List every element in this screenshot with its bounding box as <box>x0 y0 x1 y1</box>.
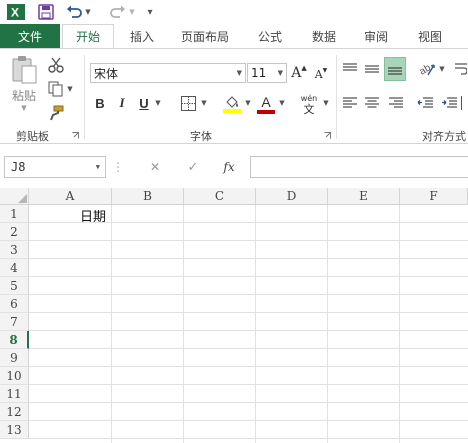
name-box-value: J8 <box>11 160 26 174</box>
phonetic-dropdown-icon[interactable]: ▼ <box>322 99 330 107</box>
tab-formulas[interactable]: 公式 <box>250 24 290 48</box>
ribbon: 粘贴 ▼ ▼ 剪贴板 宋体 ▼ 11 ▼ A ▲ A ▼ B I U ▼ ▼ ▼ A <box>0 48 468 144</box>
increase-indent-icon[interactable] <box>438 93 460 113</box>
quick-access-toolbar: X ▼ ▼ ▾ <box>0 0 468 24</box>
align-top-icon[interactable] <box>340 59 360 79</box>
redo-icon[interactable] <box>108 3 128 21</box>
save-icon[interactable] <box>36 3 56 21</box>
font-name-value: 宋体 <box>94 66 119 81</box>
fill-color-icon[interactable] <box>222 93 242 115</box>
paste-icon <box>12 56 37 84</box>
group-separator <box>84 55 85 139</box>
shrink-font-button[interactable]: A ▼ <box>312 65 330 83</box>
wrap-text-icon[interactable] <box>454 59 468 79</box>
grow-font-label: A <box>291 65 302 81</box>
paste-button[interactable]: 粘贴 ▼ <box>8 55 40 115</box>
shrink-font-caret-icon: ▼ <box>322 66 328 74</box>
formula-input[interactable] <box>250 156 468 178</box>
undo-icon[interactable] <box>64 3 84 21</box>
font-name-dropdown-icon: ▼ <box>236 69 242 77</box>
grow-font-caret-icon: ▲ <box>301 64 307 72</box>
phonetic-button[interactable]: wén 文 <box>298 91 320 117</box>
orientation-dropdown-icon[interactable]: ▼ <box>438 65 446 73</box>
font-size-select[interactable]: 11 ▼ <box>247 63 287 83</box>
tab-insert[interactable]: 插入 <box>120 24 164 48</box>
font-launcher-icon[interactable] <box>322 130 332 140</box>
align-right-icon[interactable] <box>386 93 406 113</box>
name-box-dropdown-icon: ▼ <box>95 163 100 171</box>
clipboard-group-label: 剪贴板 <box>16 130 49 143</box>
copy-dropdown-icon[interactable]: ▼ <box>66 85 74 93</box>
cancel-icon[interactable]: ✕ <box>144 157 166 177</box>
tab-home[interactable]: 开始 <box>62 24 114 48</box>
grid-lines <box>29 205 468 443</box>
name-box[interactable]: J8 ▼ <box>4 156 106 178</box>
align-left-icon[interactable] <box>340 93 360 113</box>
borders-dropdown-icon[interactable]: ▼ <box>200 99 208 107</box>
borders-icon[interactable] <box>178 93 198 113</box>
font-color-dropdown-icon[interactable]: ▼ <box>278 99 286 107</box>
formula-bar-grip-icon: ⋮ <box>112 160 124 174</box>
align-center-icon[interactable] <box>362 93 382 113</box>
svg-text:X: X <box>11 6 19 20</box>
tab-review[interactable]: 审阅 <box>354 24 398 48</box>
font-size-dropdown-icon: ▼ <box>277 69 283 77</box>
clipboard-launcher-icon[interactable] <box>70 130 80 140</box>
align-bottom-icon[interactable] <box>384 57 406 81</box>
alignment-group-label: 对齐方式 <box>422 130 466 143</box>
font-group-label: 字体 <box>190 130 212 143</box>
tab-view[interactable]: 视图 <box>408 24 452 48</box>
underline-dropdown-icon[interactable]: ▼ <box>154 99 162 107</box>
merge-center-icon[interactable] <box>460 93 468 113</box>
italic-button[interactable]: I <box>114 93 130 113</box>
font-name-select[interactable]: 宋体 ▼ <box>90 63 246 83</box>
tab-page-layout[interactable]: 页面布局 <box>172 24 238 48</box>
decrease-indent-icon[interactable] <box>414 93 436 113</box>
group-separator <box>336 55 337 139</box>
insert-function-icon[interactable]: fx <box>218 157 240 177</box>
redo-dropdown-icon[interactable]: ▼ <box>128 3 136 21</box>
ribbon-tabs: 文件 开始 插入 页面布局 公式 数据 审阅 视图 <box>0 24 468 48</box>
worksheet-grid[interactable]: ABCDEF 1 2 3 4 5 6 7 8 9 10 11 12 13 日期 <box>0 188 468 443</box>
paste-label: 粘贴 <box>11 89 36 103</box>
excel-logo-icon: X <box>6 3 26 21</box>
cell-A1[interactable]: 日期 <box>80 206 106 225</box>
undo-dropdown-icon[interactable]: ▼ <box>84 3 92 21</box>
font-color-label: A <box>261 93 271 110</box>
font-color-button[interactable]: A <box>256 93 276 115</box>
tab-data[interactable]: 数据 <box>302 24 346 48</box>
format-painter-icon[interactable] <box>46 103 66 123</box>
underline-button[interactable]: U <box>136 93 152 113</box>
shrink-font-label: A <box>314 67 323 81</box>
fill-color-dropdown-icon[interactable]: ▼ <box>244 99 252 107</box>
tab-file[interactable]: 文件 <box>0 24 60 48</box>
paste-dropdown-icon: ▼ <box>21 104 27 112</box>
align-middle-icon[interactable] <box>362 59 382 79</box>
cut-icon[interactable] <box>46 55 66 75</box>
font-size-value: 11 <box>251 66 267 80</box>
copy-icon[interactable] <box>46 79 66 99</box>
enter-icon[interactable]: ✓ <box>182 157 204 177</box>
formula-bar: J8 ▼ ⋮ ✕ ✓ fx <box>0 144 468 188</box>
grow-font-button[interactable]: A ▲ <box>290 63 308 83</box>
orientation-icon[interactable]: ab <box>416 59 438 79</box>
bold-button[interactable]: B <box>92 93 108 113</box>
phonetic-bottom-label: 文 <box>303 103 315 116</box>
customize-toolbar-button[interactable]: ▾ <box>144 3 156 21</box>
